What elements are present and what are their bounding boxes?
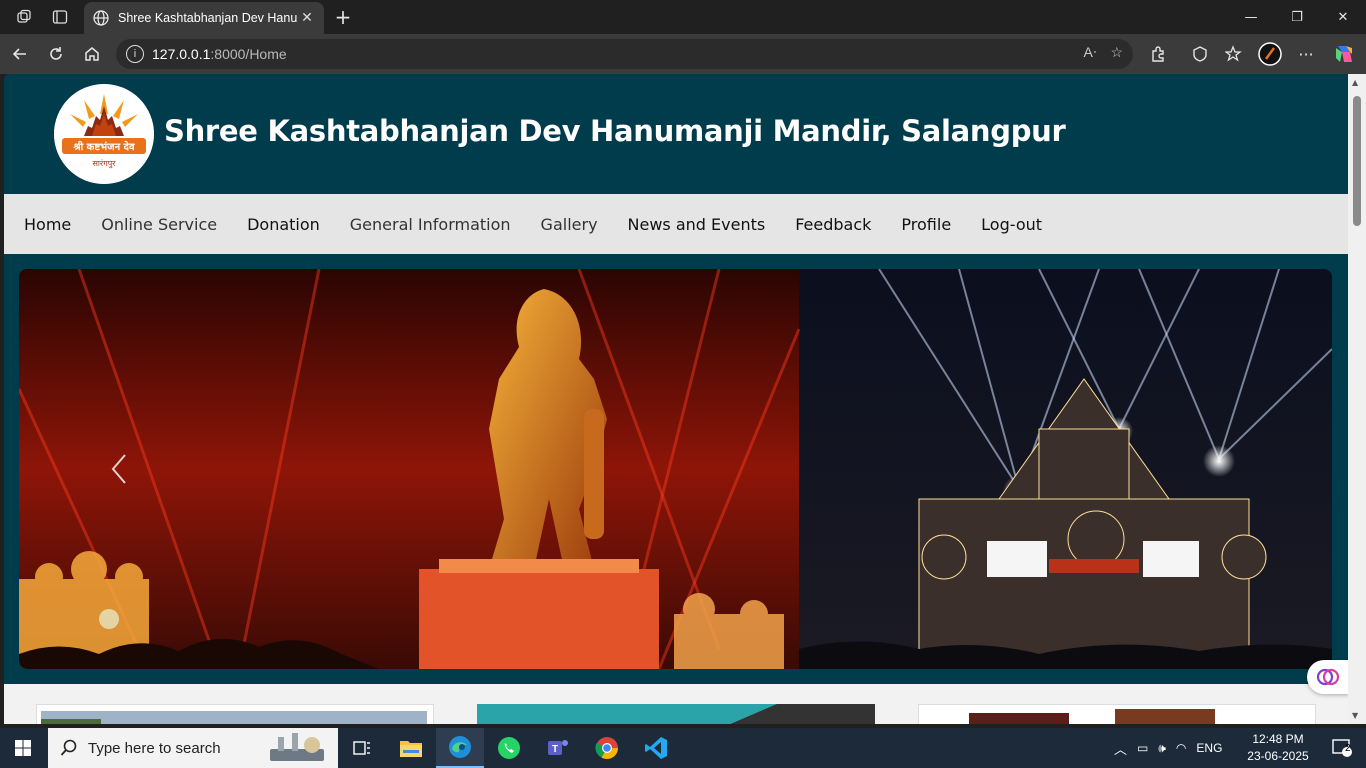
read-aloud-icon[interactable]: A͏ᐧ: [1084, 44, 1097, 61]
clock-date: 23-06-2025: [1247, 749, 1309, 763]
favorite-star-icon[interactable]: ☆: [1110, 44, 1123, 61]
notification-center-icon[interactable]: 2: [1318, 728, 1366, 768]
chrome-icon[interactable]: [583, 728, 631, 768]
hero-carousel: [19, 269, 1332, 669]
windows-start-icon[interactable]: [8, 736, 38, 760]
copilot-icon[interactable]: [1330, 40, 1358, 68]
nav-item-logout[interactable]: Log-out: [981, 215, 1042, 234]
scrollbar-thumb[interactable]: [1353, 96, 1361, 226]
search-highlight-icon: [270, 733, 324, 761]
carousel-prev-icon[interactable]: [107, 449, 131, 489]
favorites-icon[interactable]: [1220, 40, 1248, 68]
language-indicator[interactable]: ENG: [1196, 741, 1222, 755]
logo-text-bottom: सारंगपुर: [92, 159, 116, 169]
browser-essentials-icon[interactable]: [1186, 40, 1214, 68]
vscode-icon[interactable]: [632, 728, 680, 768]
close-window-button[interactable]: ✕: [1320, 0, 1366, 34]
main-nav: Home Online Service Donation General Inf…: [4, 194, 1348, 254]
notification-count: 2: [1345, 743, 1351, 754]
edge-browser-icon[interactable]: [436, 728, 484, 768]
battery-icon[interactable]: ▭: [1137, 741, 1148, 755]
globe-icon: [93, 10, 109, 26]
url-path: :8000/Home: [210, 46, 287, 62]
new-tab-button[interactable]: +: [330, 4, 356, 30]
tab-active[interactable]: Shree Kashtabhanjan Dev Hanum ✕: [84, 2, 324, 34]
system-tray: ︿ ▭ 🕪 ◠ ENG: [1114, 728, 1222, 768]
address-bar: i 127.0.0.1:8000/Home A͏ᐧ ☆ ···: [0, 34, 1366, 74]
volume-icon[interactable]: 🕪: [1158, 741, 1166, 756]
vertical-tabs-icon[interactable]: [42, 0, 78, 34]
page-viewport: श्री कष्टभंजन देव सारंगपुर Shree Kashtab…: [4, 74, 1348, 724]
info-card[interactable]: [36, 704, 434, 724]
profile-avatar[interactable]: [1256, 40, 1284, 68]
url-host: 127.0.0.1: [152, 46, 211, 62]
chevron-up-icon[interactable]: ︿: [1114, 739, 1127, 758]
file-explorer-icon[interactable]: [387, 728, 435, 768]
taskbar: Type here to search T ︿ ▭ 🕪 ◠ ENG 12:48 …: [0, 728, 1366, 768]
wifi-icon[interactable]: ◠: [1176, 741, 1186, 755]
search-icon: [60, 739, 77, 756]
tab-title: Shree Kashtabhanjan Dev Hanum: [118, 11, 298, 25]
taskbar-search-input[interactable]: Type here to search: [48, 728, 338, 768]
info-card[interactable]: [918, 704, 1316, 724]
floating-assistant-button[interactable]: [1307, 660, 1348, 694]
hero-image: [19, 269, 1332, 669]
task-view-icon[interactable]: [338, 728, 386, 768]
temple-logo[interactable]: श्री कष्टभंजन देव सारंगपुर: [54, 84, 154, 184]
refresh-button[interactable]: [42, 40, 70, 68]
workspaces-icon[interactable]: [6, 0, 42, 34]
info-card[interactable]: [477, 704, 875, 724]
close-tab-icon[interactable]: ✕: [298, 10, 316, 26]
site-info-icon[interactable]: i: [126, 45, 144, 63]
svg-text:T: T: [552, 744, 558, 755]
nav-item-online-service[interactable]: Online Service: [101, 215, 217, 234]
whatsapp-icon[interactable]: [485, 728, 533, 768]
site-title: Shree Kashtabhanjan Dev Hanumanji Mandir…: [164, 114, 1066, 148]
url-input[interactable]: i 127.0.0.1:8000/Home A͏ᐧ ☆: [116, 39, 1133, 69]
nav-item-profile[interactable]: Profile: [901, 215, 951, 234]
clock[interactable]: 12:48 PM 23-06-2025: [1246, 731, 1310, 765]
home-button[interactable]: [78, 40, 106, 68]
minimize-button[interactable]: —: [1228, 0, 1274, 34]
brain-icon: [1317, 668, 1339, 686]
content-section: [4, 684, 1348, 724]
nav-item-gallery[interactable]: Gallery: [541, 215, 598, 234]
restore-button[interactable]: ❐: [1274, 0, 1320, 34]
search-placeholder: Type here to search: [88, 739, 221, 757]
nav-item-news-and-events[interactable]: News and Events: [628, 215, 766, 234]
back-button[interactable]: [6, 40, 34, 68]
browser-tab-bar: Shree Kashtabhanjan Dev Hanum ✕ + — ❐ ✕: [0, 0, 1366, 34]
page-scrollbar[interactable]: ▲ ▼: [1348, 74, 1366, 724]
site-header: श्री कष्टभंजन देव सारंगपुर Shree Kashtab…: [4, 74, 1348, 194]
logo-text-top: श्री कष्टभंजन देव: [72, 140, 134, 153]
teams-icon[interactable]: T: [534, 728, 582, 768]
nav-item-donation[interactable]: Donation: [247, 215, 320, 234]
nav-item-feedback[interactable]: Feedback: [795, 215, 871, 234]
nav-item-general-information[interactable]: General Information: [350, 215, 511, 234]
clock-time: 12:48 PM: [1252, 732, 1304, 746]
nav-item-home[interactable]: Home: [24, 215, 71, 234]
extensions-icon[interactable]: [1144, 40, 1172, 68]
more-menu-icon[interactable]: ···: [1292, 40, 1320, 68]
